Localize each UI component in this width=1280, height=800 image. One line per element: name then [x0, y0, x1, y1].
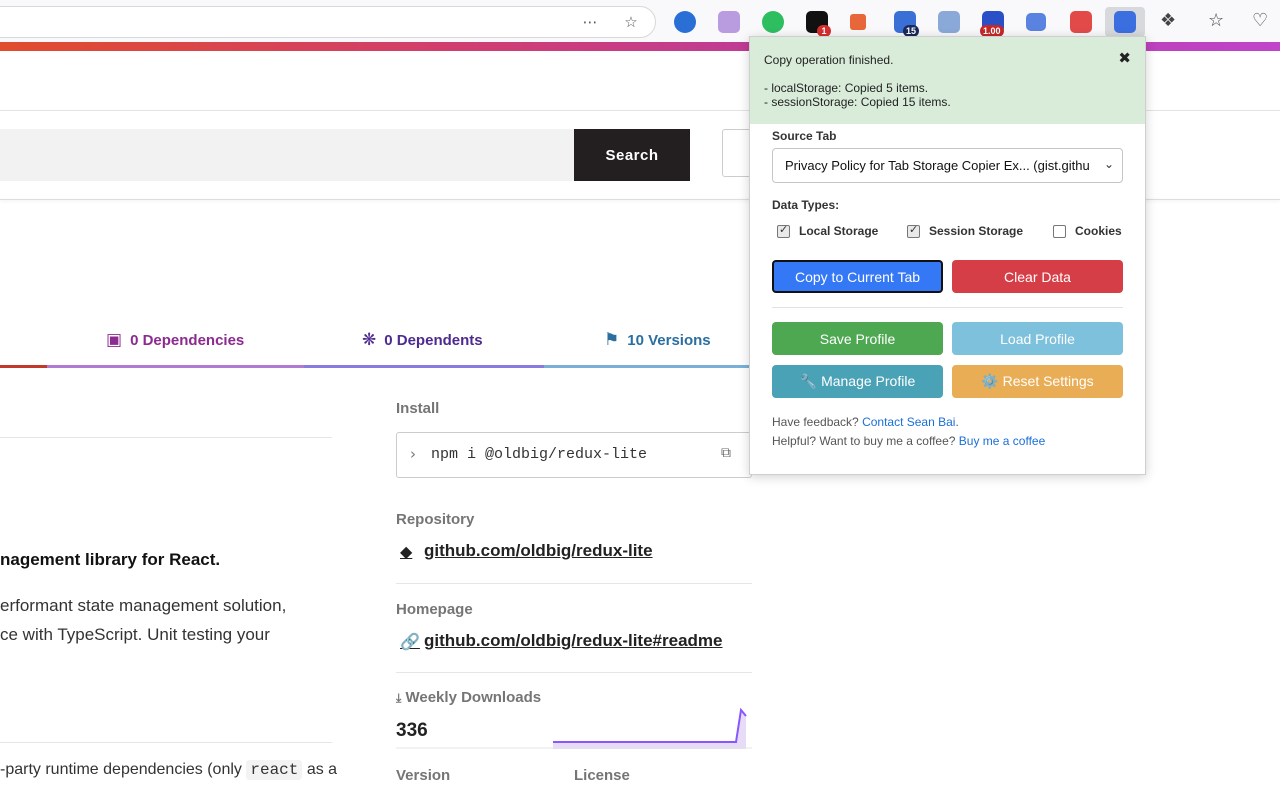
- license-label: License: [574, 767, 630, 784]
- tab-underline: [544, 365, 750, 368]
- notice-line: - sessionStorage: Copied 15 items.: [764, 95, 951, 109]
- checkbox-checked[interactable]: [907, 223, 920, 238]
- source-tab-label: Source Tab: [772, 129, 837, 143]
- tab-underline: [304, 365, 544, 368]
- address-bar[interactable]: [0, 6, 656, 38]
- divider: [396, 672, 752, 673]
- session-storage-checkbox[interactable]: Session Storage: [907, 223, 1024, 238]
- version-label: Version: [396, 767, 451, 784]
- chevron-down-icon: ⌄: [1103, 157, 1114, 171]
- manage-profile-button[interactable]: 🔧 Manage Profile: [772, 365, 943, 398]
- checkbox-unchecked[interactable]: [1053, 224, 1066, 238]
- feedback-end: .: [955, 415, 959, 429]
- local-storage-checkbox[interactable]: Local Storage: [777, 223, 879, 238]
- source-tab-value: Privacy Policy for Tab Storage Copier Ex…: [785, 158, 1090, 173]
- copy-to-current-tab-button[interactable]: Copy to Current Tab: [772, 260, 943, 293]
- success-notice: Copy operation finished. - localStorage:…: [750, 37, 1145, 124]
- tab-dependents[interactable]: ❋ 0 Dependents: [362, 330, 483, 350]
- repository-label: Repository: [396, 511, 475, 528]
- cubes-icon: ❋: [362, 330, 377, 350]
- coffee-text: Helpful? Want to buy me a coffee?: [772, 434, 959, 448]
- notice-title: Copy operation finished.: [764, 53, 894, 67]
- source-tab-select[interactable]: Privacy Policy for Tab Storage Copier Ex…: [772, 148, 1123, 183]
- extension-10-icon[interactable]: [1070, 11, 1092, 33]
- tab-storage-copier-icon[interactable]: [1114, 11, 1136, 33]
- prompt-caret-icon: ›: [410, 445, 416, 463]
- readme-heading: nagement library for React.: [0, 550, 221, 569]
- coffee-line: Helpful? Want to buy me a coffee? Buy me…: [772, 434, 1045, 448]
- load-profile-button[interactable]: Load Profile: [952, 322, 1123, 355]
- checkbox-label: Cookies: [1075, 224, 1122, 238]
- homepage-link[interactable]: 🔗 github.com/oldbig/redux-lite#readme: [400, 631, 722, 651]
- data-types-label: Data Types:: [772, 198, 840, 212]
- inline-code: react: [246, 760, 303, 780]
- extension-9-icon[interactable]: [1026, 13, 1046, 31]
- install-command-box[interactable]: › npm i @oldbig/redux-lite ⧉: [396, 432, 752, 478]
- notice-line: - localStorage: Copied 5 items.: [764, 81, 929, 95]
- readme-text: erformant state management solution,: [0, 596, 287, 615]
- evernote-icon[interactable]: [762, 11, 784, 33]
- divider: [0, 437, 332, 438]
- checkbox-label: Local Storage: [799, 224, 879, 238]
- tab-underline: [0, 365, 47, 368]
- feedback-text: Have feedback?: [772, 415, 863, 429]
- git-icon: ◆: [400, 541, 413, 561]
- tags-icon: ⚑: [604, 330, 620, 350]
- extension-5-icon[interactable]: [850, 14, 866, 30]
- buy-coffee-link[interactable]: Buy me a coffee: [959, 434, 1046, 448]
- close-icon[interactable]: ✖: [1118, 51, 1131, 66]
- tab-dependencies[interactable]: ▣ 0 Dependencies: [106, 330, 244, 350]
- cube-icon: ▣: [106, 330, 123, 350]
- install-command: npm i @oldbig/redux-lite: [431, 446, 648, 463]
- repository-link[interactable]: ◆ github.com/oldbig/redux-lite: [400, 541, 653, 561]
- tab-label: 10 Versions: [627, 331, 711, 349]
- extensions-puzzle-icon[interactable]: ❖: [1160, 11, 1176, 31]
- link-icon: 🔗: [400, 631, 420, 651]
- divider: [0, 742, 332, 743]
- contact-link[interactable]: Contact Sean Bai: [862, 415, 955, 429]
- favorites-icon[interactable]: ☆: [1208, 11, 1224, 31]
- divider: [772, 307, 1123, 308]
- homepage-link-text[interactable]: github.com/oldbig/redux-lite#readme: [424, 631, 722, 651]
- readme-text: ce with TypeScript. Unit testing your: [0, 625, 270, 644]
- feedback-line: Have feedback? Contact Sean Bai.: [772, 415, 959, 429]
- tab-underline: [47, 365, 304, 368]
- tab-versions[interactable]: ⚑ 10 Versions: [604, 330, 711, 350]
- checkbox-label: Session Storage: [929, 224, 1024, 238]
- repository-link-text[interactable]: github.com/oldbig/redux-lite: [424, 541, 653, 561]
- reset-settings-button[interactable]: ⚙️ Reset Settings: [952, 365, 1123, 398]
- extension-2-icon[interactable]: [718, 11, 740, 33]
- install-label: Install: [396, 400, 440, 417]
- health-icon[interactable]: ♡: [1252, 11, 1268, 31]
- bookmark-star-icon[interactable]: ☆: [622, 13, 640, 31]
- tab-storage-copier-popup: Copy operation finished. - localStorage:…: [749, 36, 1146, 475]
- tab-label: 0 Dependents: [384, 331, 483, 349]
- reader-mode-icon[interactable]: ⋯: [581, 13, 599, 31]
- extension-7-icon[interactable]: [938, 11, 960, 33]
- extension-1-icon[interactable]: [674, 11, 696, 33]
- homepage-label: Homepage: [396, 601, 473, 618]
- cookies-checkbox[interactable]: Cookies: [1053, 224, 1122, 238]
- search-button[interactable]: Search: [574, 129, 690, 181]
- tab-label: 0 Dependencies: [130, 331, 245, 349]
- checkbox-checked[interactable]: [777, 223, 790, 238]
- divider: [396, 583, 752, 584]
- readme-text-part: -party runtime dependencies (only: [0, 761, 247, 778]
- readme-text: -party runtime dependencies (only react …: [0, 760, 338, 780]
- clear-data-button[interactable]: Clear Data: [952, 260, 1123, 293]
- copy-icon[interactable]: ⧉: [721, 445, 731, 461]
- search-input[interactable]: [0, 129, 575, 181]
- save-profile-button[interactable]: Save Profile: [772, 322, 943, 355]
- downloads-sparkline: [396, 707, 752, 749]
- readme-text-part: as a: [302, 761, 338, 778]
